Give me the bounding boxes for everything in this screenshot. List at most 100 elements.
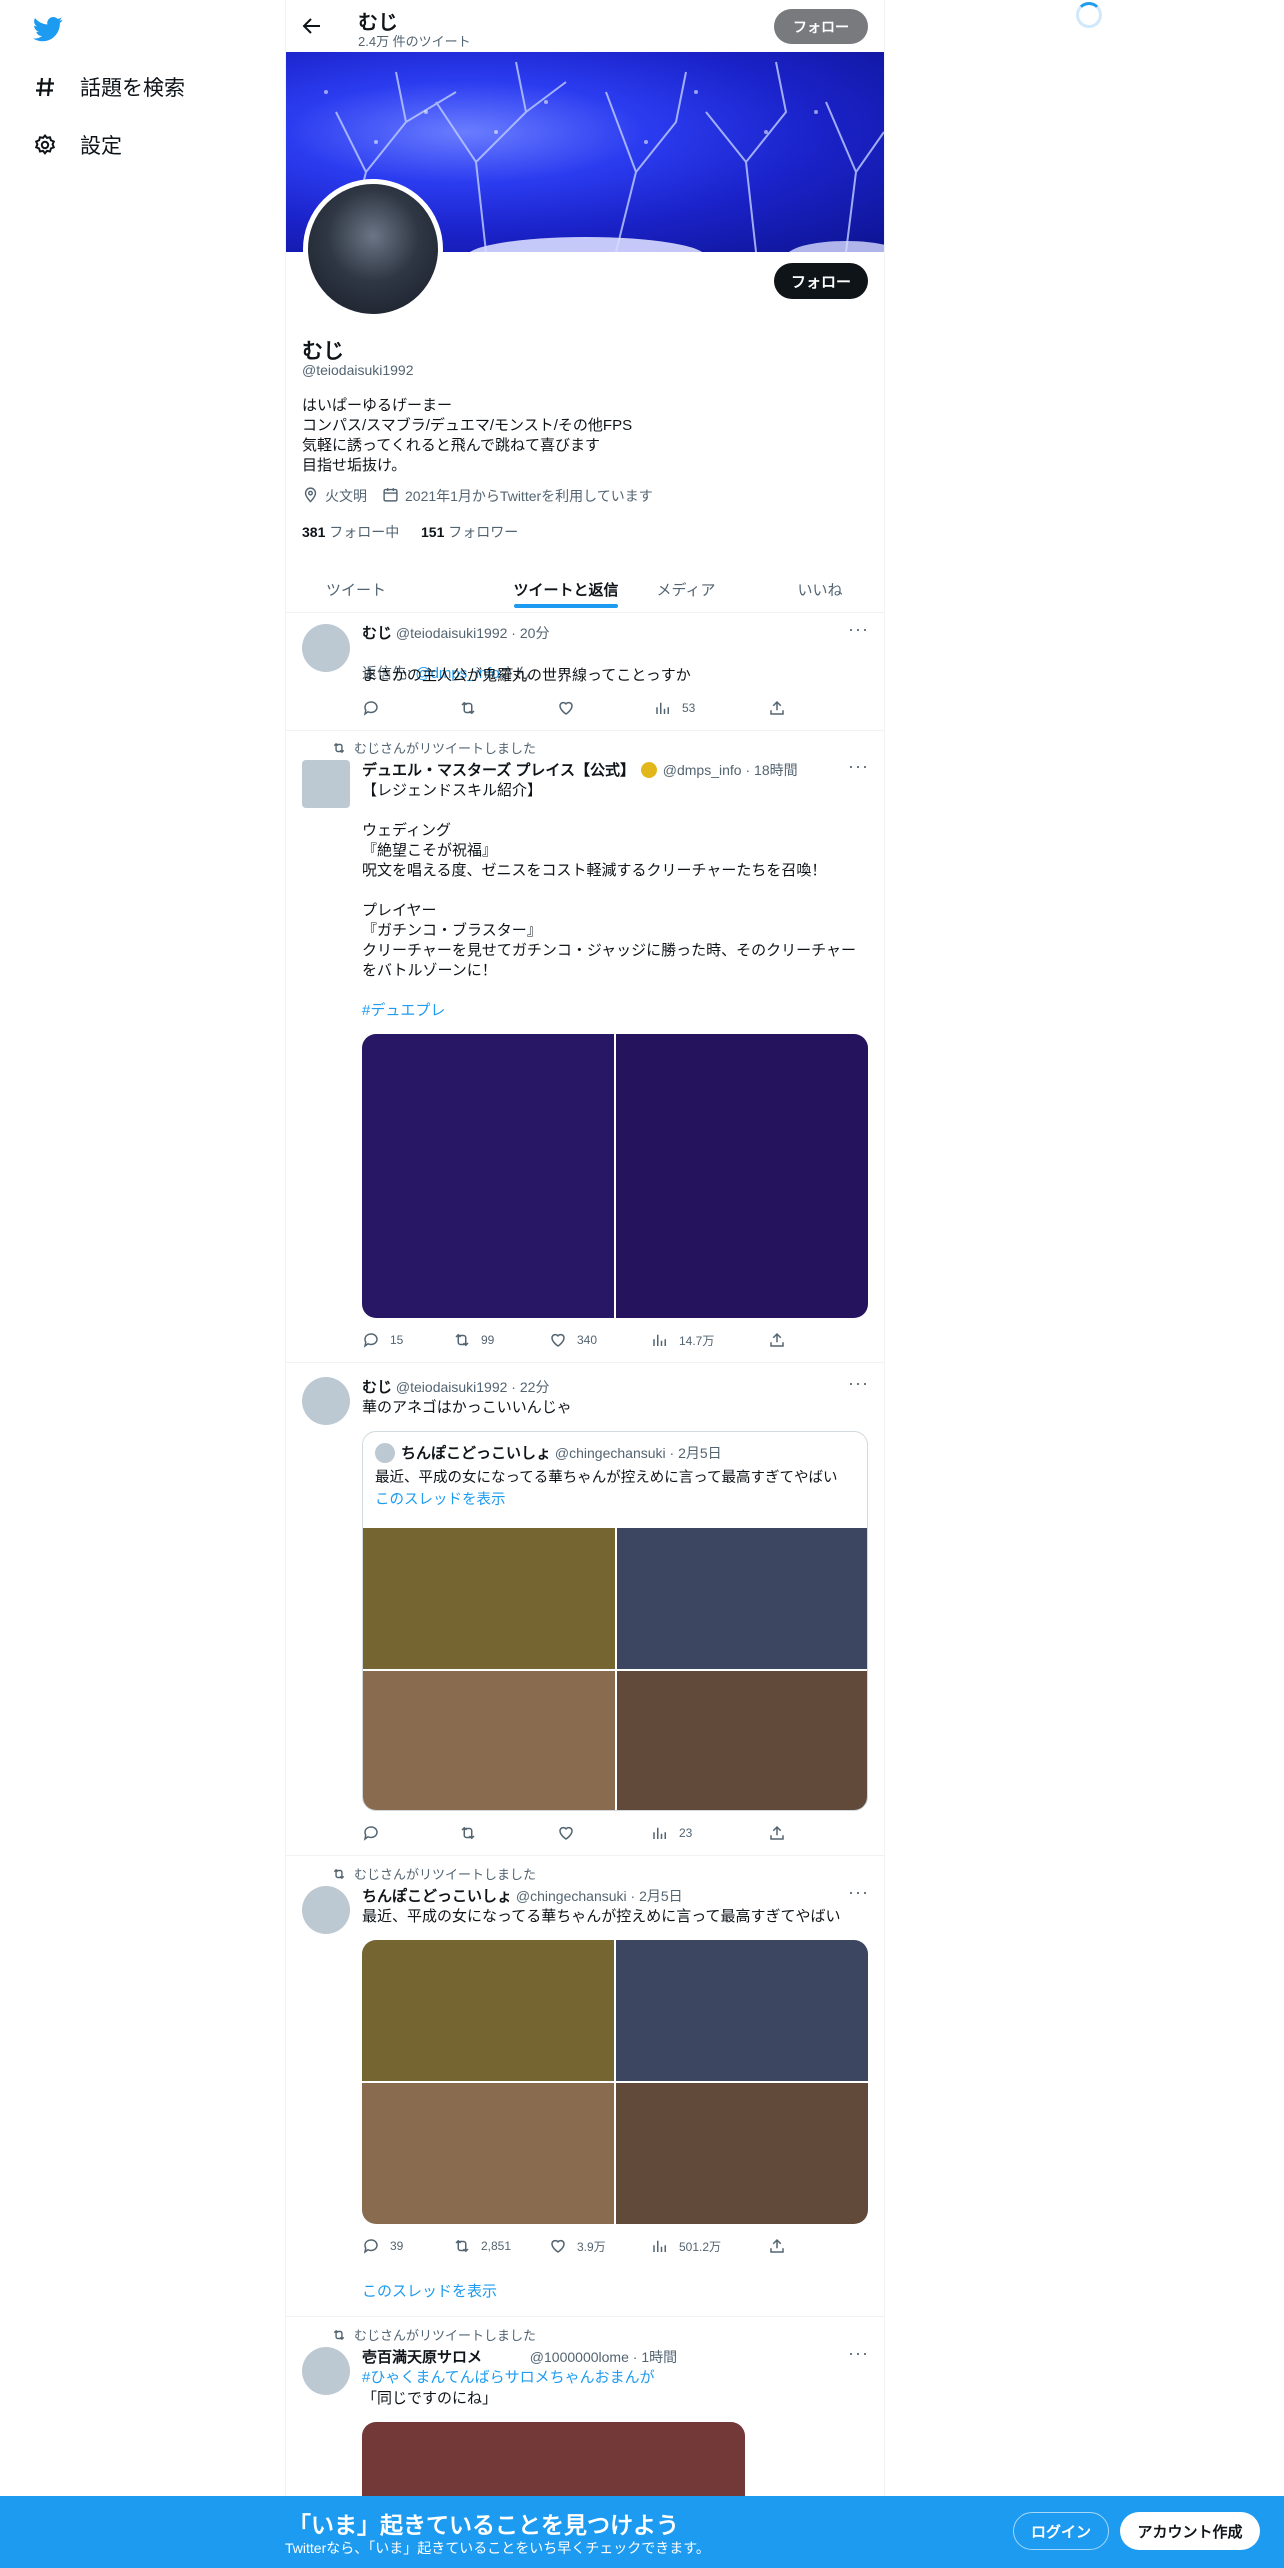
followers-stat[interactable]: 151 フォロワー bbox=[421, 522, 518, 542]
signup-banner-title: 「いま」起きていることを見つけよう bbox=[288, 2512, 679, 2538]
tweet-author-handle[interactable]: @chingechansuki bbox=[516, 1888, 627, 1904]
quoted-tweet[interactable]: ちんぽこどっこいしょ @chingechansuki · 2月5日 最近、平成の… bbox=[362, 1431, 868, 1811]
sidebar-item-explore[interactable]: 話題を検索 bbox=[32, 63, 185, 111]
login-button[interactable]: ログイン bbox=[1013, 2512, 1109, 2550]
tweet-header: デュエル・マスターズ プレイス【公式】 @dmps_info · 18時間 bbox=[362, 762, 798, 779]
profile-follow-button[interactable]: フォロー bbox=[774, 263, 868, 299]
heart-icon bbox=[559, 1826, 573, 1840]
retweet-button[interactable] bbox=[459, 1824, 477, 1842]
avatar[interactable] bbox=[302, 1886, 350, 1934]
following-stat[interactable]: 381 フォロー中 bbox=[302, 522, 399, 542]
views-button[interactable]: 23 bbox=[651, 1824, 692, 1842]
avatar[interactable] bbox=[302, 1377, 350, 1425]
media-image[interactable] bbox=[616, 2083, 868, 2224]
calendar-icon bbox=[382, 486, 399, 506]
retweet-label-text[interactable]: むじさんがリツイートしました bbox=[354, 2325, 536, 2344]
media-image[interactable] bbox=[617, 1528, 867, 1669]
divider bbox=[286, 1362, 884, 1363]
retweet-label: むじさんがリツイートしました bbox=[332, 738, 536, 757]
tweet-author-handle[interactable]: @1000000lome bbox=[530, 2349, 629, 2365]
loading-spinner-icon bbox=[1076, 2, 1102, 28]
tweet-text: まさかの主人公が鬼羅丸の世界線ってことっすか bbox=[362, 667, 691, 684]
avatar bbox=[375, 1443, 395, 1463]
header-follow-button[interactable]: フォロー bbox=[774, 9, 868, 44]
signup-button[interactable]: アカウント作成 bbox=[1120, 2512, 1260, 2550]
hashtag-link[interactable]: #ひゃくまんてんばらサロメちゃんおまんが bbox=[362, 2368, 655, 2388]
share-button[interactable] bbox=[768, 1824, 786, 1842]
quote-author-handle: @chingechansuki bbox=[554, 1445, 666, 1461]
views-button[interactable]: 501.2万 bbox=[651, 2237, 721, 2255]
media-image[interactable] bbox=[363, 1528, 615, 1669]
media-image[interactable] bbox=[616, 1940, 868, 2081]
tweet-author-name[interactable]: ちんぽこどっこいしょ bbox=[362, 1888, 512, 1905]
divider bbox=[286, 1855, 884, 1856]
reply-button[interactable] bbox=[362, 699, 380, 717]
views-button[interactable]: 14.7万 bbox=[651, 1331, 714, 1349]
like-button[interactable] bbox=[557, 699, 575, 717]
tweet-author-name[interactable]: デュエル・マスターズ プレイス【公式】 bbox=[362, 762, 635, 779]
tweet-time[interactable]: 2月5日 bbox=[639, 1888, 683, 1904]
share-button[interactable] bbox=[768, 1331, 786, 1349]
media-grid bbox=[362, 1034, 868, 1318]
views-count: 14.7万 bbox=[679, 1333, 715, 1348]
views-chart-icon bbox=[656, 702, 669, 714]
views-button[interactable]: 53 bbox=[654, 699, 695, 717]
profile-joined: 2021年1月からTwitterを利用しています bbox=[382, 486, 653, 506]
media-grid bbox=[362, 1940, 868, 2224]
reply-button[interactable]: 39 bbox=[362, 2237, 403, 2255]
profile-bio: はいぱーゆるげーまー コンパス/スマブラ/デュエマ/モンスト/その他FPS 気軽… bbox=[302, 397, 633, 474]
tweet-text: 最近、平成の女になってる華ちゃんが控えめに言って最高すぎてやばい bbox=[362, 1908, 841, 1925]
reply-icon bbox=[363, 2239, 378, 2254]
media-image[interactable] bbox=[362, 2083, 614, 2224]
tweet-author-handle[interactable]: @dmps_info bbox=[663, 762, 742, 778]
more-options-icon[interactable]: ··· bbox=[848, 756, 869, 777]
sidebar-item-settings[interactable]: 設定 bbox=[32, 121, 122, 169]
tweet-time[interactable]: 22分 bbox=[520, 1379, 550, 1395]
retweet-button[interactable]: 99 bbox=[453, 1331, 494, 1349]
media-image[interactable] bbox=[363, 1671, 615, 1810]
tab-likes[interactable]: いいね bbox=[760, 564, 880, 614]
more-options-icon[interactable]: ··· bbox=[848, 2343, 869, 2364]
media-image[interactable] bbox=[617, 1671, 867, 1810]
retweet-label-text[interactable]: むじさんがリツイートしました bbox=[354, 738, 536, 757]
tweet-author-name[interactable]: むじ bbox=[362, 1379, 392, 1396]
quote-thread-link[interactable]: このスレッドを表示 bbox=[375, 1490, 506, 1510]
tweet-time[interactable]: 20分 bbox=[520, 625, 550, 641]
show-thread-link[interactable]: このスレッドを表示 bbox=[362, 2282, 497, 2302]
more-options-icon[interactable]: ··· bbox=[848, 1373, 869, 1394]
retweet-icon bbox=[455, 1333, 469, 1347]
quote-author-name: ちんぽこどっこいしょ bbox=[401, 1445, 552, 1462]
media-image[interactable] bbox=[616, 1034, 868, 1318]
retweet-button[interactable]: 2,851 bbox=[453, 2237, 511, 2255]
back-arrow-icon[interactable] bbox=[300, 14, 326, 40]
tab-media[interactable]: メディア bbox=[626, 564, 746, 614]
media-image[interactable] bbox=[362, 1940, 614, 2081]
avatar[interactable] bbox=[302, 760, 350, 808]
more-options-icon[interactable]: ··· bbox=[848, 619, 869, 640]
views-chart-icon bbox=[653, 2240, 666, 2252]
twitter-logo-icon[interactable] bbox=[33, 14, 63, 44]
hashtag-link[interactable]: #デュエプレ bbox=[362, 1001, 445, 1021]
profile-avatar[interactable] bbox=[303, 179, 443, 319]
avatar[interactable] bbox=[302, 624, 350, 672]
retweet-button[interactable] bbox=[459, 699, 477, 717]
more-options-icon[interactable]: ··· bbox=[848, 1882, 869, 1903]
tab-tweets[interactable]: ツイート bbox=[286, 564, 426, 614]
avatar[interactable] bbox=[302, 2347, 350, 2395]
tweet-time[interactable]: 1時間 bbox=[641, 2349, 677, 2365]
tweet-author-name[interactable]: 壱百満天原サロメ bbox=[362, 2349, 482, 2366]
like-button[interactable]: 3.9万 bbox=[549, 2237, 606, 2255]
tweet-author-name[interactable]: むじ bbox=[362, 625, 392, 642]
reply-button[interactable]: 15 bbox=[362, 1331, 403, 1349]
tweet-author-handle[interactable]: @teiodaisuki1992 bbox=[396, 625, 508, 641]
tweet-author-handle[interactable]: @teiodaisuki1992 bbox=[396, 1379, 508, 1395]
reply-button[interactable] bbox=[362, 1824, 380, 1842]
retweet-label-text[interactable]: むじさんがリツイートしました bbox=[354, 1864, 536, 1883]
share-button[interactable] bbox=[768, 2237, 786, 2255]
like-button[interactable] bbox=[557, 1824, 575, 1842]
tweet-time[interactable]: 18時間 bbox=[754, 762, 798, 778]
divider bbox=[286, 2316, 884, 2317]
share-button[interactable] bbox=[768, 699, 786, 717]
like-button[interactable]: 340 bbox=[549, 1331, 597, 1349]
media-image[interactable] bbox=[362, 1034, 614, 1318]
